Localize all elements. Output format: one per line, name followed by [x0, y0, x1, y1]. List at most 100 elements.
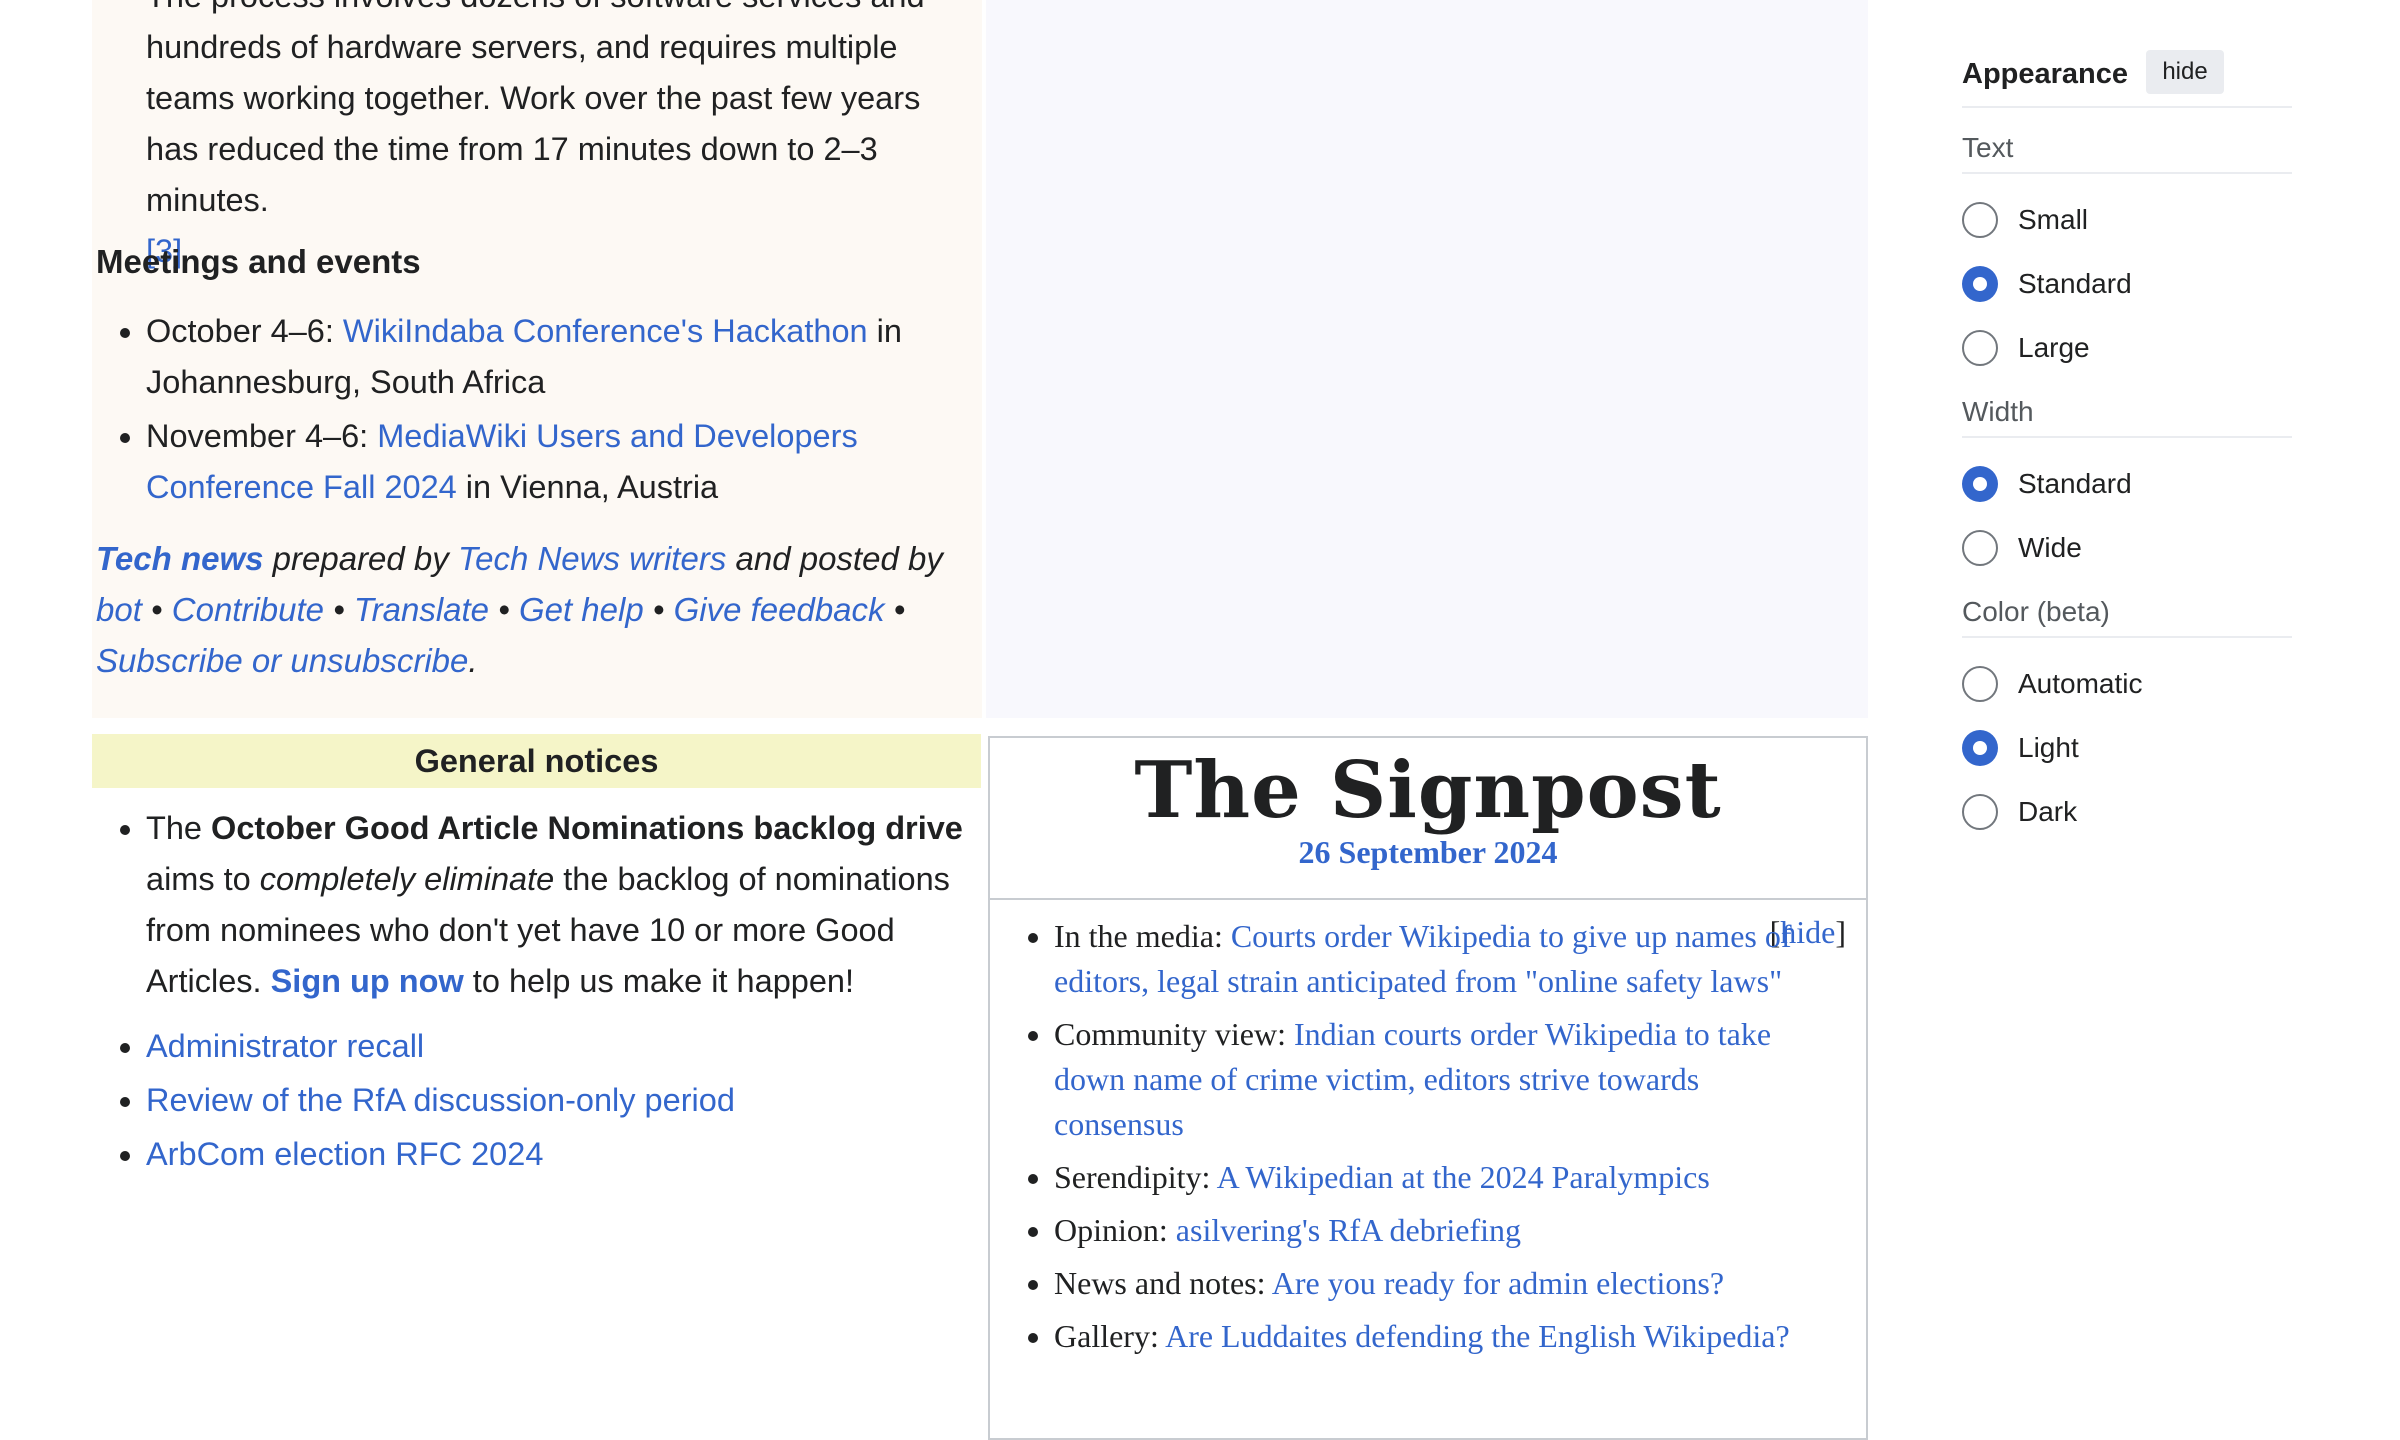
radio-small[interactable] — [1962, 202, 1998, 238]
color-label: Color (beta) — [1962, 592, 2292, 638]
signpost-item: Opinion: asilvering's RfA debriefing — [1054, 1208, 1830, 1253]
signpost-masthead: The Signpost 26 September 2024 — [990, 738, 1866, 900]
signpost-article-list: In the media: Courts order Wikipedia to … — [990, 914, 1830, 1367]
translate-link[interactable]: Translate — [354, 591, 489, 628]
separator: • — [489, 591, 519, 628]
meeting-location: in Vienna, Austria — [456, 469, 719, 505]
signpost-item: Community view: Indian courts order Wiki… — [1054, 1012, 1830, 1147]
text-size-standard-option[interactable]: Standard — [1962, 252, 2292, 316]
radio-label: Wide — [2018, 532, 2082, 563]
meetings-list: October 4–6: WikiIndaba Conference's Hac… — [92, 306, 972, 516]
notice-text: to help us make it happen! — [463, 963, 855, 999]
radio-label: Small — [2018, 204, 2089, 235]
contribute-link[interactable]: Contribute — [172, 591, 324, 628]
signpost-section: News and notes: — [1054, 1265, 1272, 1301]
separator: • — [324, 591, 354, 628]
text-size-label: Text — [1962, 128, 2292, 174]
color-light-option[interactable]: Light — [1962, 716, 2292, 780]
signpost-date-link[interactable]: 26 September 2024 — [990, 834, 1866, 870]
notice-item: The October Good Article Nominations bac… — [146, 803, 982, 1007]
appearance-title: Appearance — [1962, 58, 2129, 90]
appearance-hide-button[interactable]: hide — [2146, 50, 2224, 94]
sign-up-link[interactable]: Sign up now — [271, 963, 464, 999]
notice-item: ArbCom election RFC 2024 — [146, 1129, 982, 1180]
footer-text: prepared by — [263, 540, 458, 577]
signpost-logo: The Signpost — [1134, 745, 1722, 836]
emphasis-text: completely eliminate — [259, 861, 555, 897]
text-size-large-option[interactable]: Large — [1962, 316, 2292, 380]
signpost-box: The Signpost 26 September 2024 [hide] In… — [988, 736, 1868, 1440]
appearance-header: Appearance hide — [1962, 50, 2292, 108]
rfa-review-link[interactable]: Review of the RfA discussion-only period — [146, 1082, 735, 1118]
signpost-item: In the media: Courts order Wikipedia to … — [1054, 914, 1830, 1004]
subscribe-link[interactable]: Subscribe or unsubscribe — [96, 642, 468, 679]
signpost-item: Serendipity: A Wikipedian at the 2024 Pa… — [1054, 1155, 1830, 1200]
text-size-small-option[interactable]: Small — [1962, 188, 2292, 252]
radio-label: Dark — [2018, 796, 2078, 827]
radio-label: Standard — [2018, 468, 2132, 499]
general-notices-heading: General notices — [92, 734, 981, 788]
tech-news-paragraph-text: The process involves dozens of software … — [146, 0, 925, 218]
tech-news-paragraph: The process involves dozens of software … — [146, 0, 976, 277]
radio-light[interactable] — [1962, 730, 1998, 766]
signpost-article-link[interactable]: A Wikipedian at the 2024 Paralympics — [1217, 1159, 1710, 1195]
meeting-item: November 4–6: MediaWiki Users and Develo… — [146, 411, 972, 513]
signpost-section: In the media: — [1054, 918, 1231, 954]
get-help-link[interactable]: Get help — [519, 591, 644, 628]
radio-width-standard[interactable] — [1962, 466, 1998, 502]
width-standard-option[interactable]: Standard — [1962, 452, 2292, 516]
administrator-recall-link[interactable]: Administrator recall — [146, 1028, 424, 1064]
color-options: Automatic Light Dark — [1962, 638, 2292, 856]
signpost-article-link[interactable]: Are Luddaites defending the English Wiki… — [1165, 1318, 1790, 1354]
arbcom-rfc-link[interactable]: ArbCom election RFC 2024 — [146, 1136, 543, 1172]
bot-link[interactable]: bot — [96, 591, 142, 628]
text-size-options: Small Standard Large — [1962, 174, 2292, 392]
tech-news-writers-link[interactable]: Tech News writers — [458, 540, 726, 577]
meeting-link[interactable]: WikiIndaba Conference's Hackathon — [343, 313, 868, 349]
signpost-section: Opinion: — [1054, 1212, 1176, 1248]
notice-item: Review of the RfA discussion-only period — [146, 1075, 982, 1126]
separator: • — [884, 591, 906, 628]
color-automatic-option[interactable]: Automatic — [1962, 652, 2292, 716]
meetings-heading: Meetings and events — [96, 243, 421, 280]
separator: • — [141, 591, 172, 628]
signpost-article-link[interactable]: Are you ready for admin elections? — [1272, 1265, 1724, 1301]
radio-label: Standard — [2018, 268, 2132, 299]
appearance-menu: Appearance hide Text Small Standard Larg… — [1962, 50, 2292, 856]
signpost-article-link[interactable]: asilvering's RfA debriefing — [1176, 1212, 1521, 1248]
radio-automatic[interactable] — [1962, 666, 1998, 702]
meeting-item: October 4–6: WikiIndaba Conference's Hac… — [146, 306, 972, 408]
radio-width-wide[interactable] — [1962, 530, 1998, 566]
drive-name: October Good Article Nominations backlog… — [211, 810, 963, 846]
tech-news-link[interactable]: Tech news — [96, 540, 264, 577]
tech-news-panel: The process involves dozens of software … — [92, 0, 982, 718]
footer-text: and posted by — [726, 540, 943, 577]
tech-news-footer: Tech news prepared by Tech News writers … — [96, 533, 976, 686]
width-label: Width — [1962, 392, 2292, 438]
notice-item: Administrator recall — [146, 1021, 982, 1072]
signpost-section: Serendipity: — [1054, 1159, 1217, 1195]
separator: • — [643, 591, 674, 628]
radio-large[interactable] — [1962, 330, 1998, 366]
notice-text: aims to — [146, 861, 260, 897]
width-wide-option[interactable]: Wide — [1962, 516, 2292, 580]
radio-label: Light — [2018, 732, 2079, 763]
general-notices-list: The October Good Article Nominations bac… — [92, 803, 982, 1183]
signpost-item: News and notes: Are you ready for admin … — [1054, 1261, 1830, 1306]
signpost-section: Gallery: — [1054, 1318, 1166, 1354]
width-options: Standard Wide — [1962, 438, 2292, 592]
notice-text: The — [146, 810, 212, 846]
bracket: ] — [1835, 914, 1846, 950]
radio-dark[interactable] — [1962, 794, 1998, 830]
signpost-item: Gallery: Are Luddaites defending the Eng… — [1054, 1314, 1830, 1359]
meeting-date: October 4–6: — [146, 313, 343, 349]
radio-label: Automatic — [2018, 668, 2143, 699]
give-feedback-link[interactable]: Give feedback — [674, 591, 885, 628]
radio-label: Large — [2018, 332, 2090, 363]
radio-standard[interactable] — [1962, 266, 1998, 302]
meeting-date: November 4–6: — [146, 418, 378, 454]
footer-end: . — [468, 642, 478, 679]
empty-content-panel — [986, 0, 1868, 718]
color-dark-option[interactable]: Dark — [1962, 780, 2292, 844]
signpost-section: Community view: — [1054, 1016, 1294, 1052]
